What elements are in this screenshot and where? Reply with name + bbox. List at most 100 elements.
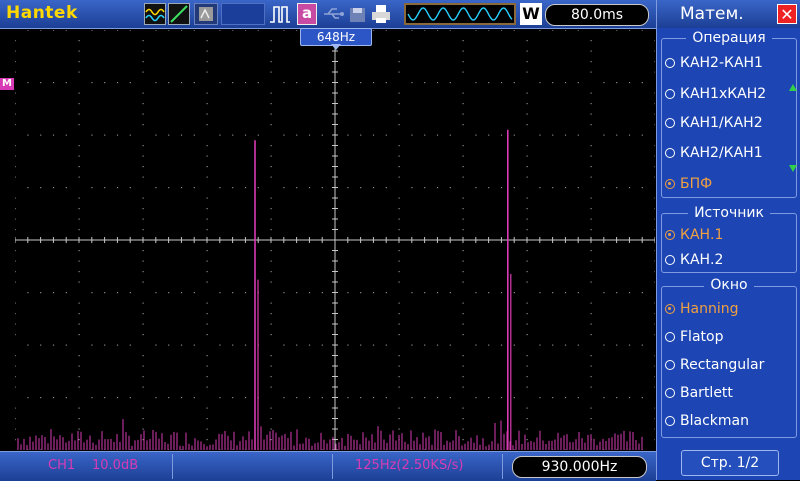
grid-dot [14,418,16,420]
scroll-down-icon[interactable] [789,165,797,172]
grid-dot [654,302,656,304]
grid-dot [14,313,16,315]
option-window-blackman[interactable]: Blackman [665,410,749,432]
persistence-icon[interactable] [194,3,218,25]
grid-dot [654,145,656,147]
grid-dot [78,418,80,420]
grid-dot [270,113,272,115]
option-label: Rectangular [680,357,765,373]
grid-dot [270,418,272,420]
grid-dot [654,365,656,367]
grid-dot [308,292,311,294]
grid-dot [40,449,42,451]
waveform-display-icon[interactable] [144,3,166,25]
grid-dot [78,439,80,441]
option-window-bartlett[interactable]: Bartlett [665,382,733,404]
option-label: КАН.2 [680,252,724,268]
grid-dot [232,344,234,346]
grid-dot [232,449,234,451]
grid-dot [462,208,464,210]
grid-dot [129,449,131,451]
option-fft[interactable]: БПФ [665,173,712,195]
grid-dot [14,428,16,430]
grid-dot [577,82,579,84]
grid-dot [206,439,208,441]
option-source-ch2[interactable]: КАН.2 [665,249,723,271]
waveform-display[interactable] [14,29,707,472]
grid-dot [244,292,247,294]
grid-dot [180,449,183,451]
option-ch2-minus-ch1[interactable]: КАН2-КАН1 [665,52,763,74]
grid-dot [398,407,400,409]
grid-dot [27,397,29,399]
vertical-scale[interactable]: 10.0dB [92,458,138,473]
grid-dot [142,407,144,409]
grid-dot [654,229,656,231]
channel-label[interactable]: CH1 [48,458,75,473]
grid-dot [424,29,426,31]
grid-dot [91,292,93,294]
option-ch2-div-ch1[interactable]: КАН2/КАН1 [665,142,763,164]
page-indicator-button[interactable]: Стр. 1/2 [681,450,779,476]
grid-dot [104,397,106,399]
math-channel-marker[interactable]: M [0,78,14,90]
option-label: Blackman [680,413,749,429]
option-window-flatop[interactable]: Flatop [665,326,723,348]
grid-dot [577,29,579,31]
option-ch1-times-ch2[interactable]: КАН1хКАН2 [665,83,766,105]
print-icon[interactable] [370,3,392,25]
option-window-rectangular[interactable]: Rectangular [665,354,764,376]
option-ch1-div-ch2[interactable]: КАН1/КАН2 [665,112,763,134]
vector-mode-icon[interactable] [168,3,190,25]
grid-dot [91,29,93,31]
close-icon[interactable]: ✕ [777,4,797,24]
grid-dot [142,323,144,325]
bottom-status-bar: CH1 10.0dB 125Hz(2.50KS/s) 930.000Hz [0,451,656,481]
zoom-window-icon[interactable]: W [520,3,542,25]
option-window-hanning[interactable]: Hanning [665,298,739,320]
grid-dot [321,134,323,136]
grid-dot [168,292,170,294]
grid-dot [27,134,29,136]
grid-dot [654,355,656,357]
grid-dot [270,208,272,210]
grid-dot [116,344,119,346]
timebase-readout[interactable]: 80.0ms [545,4,649,26]
grid-dot [488,292,490,294]
grid-dot [411,29,413,31]
grid-dot [590,218,592,220]
grid-dot [14,40,16,42]
grid-dot [539,397,541,399]
grid-dot [654,113,656,115]
grid-dot [168,187,170,189]
grid-dot [475,397,477,399]
grid-dot [283,134,285,136]
option-source-ch1[interactable]: КАН.1 [665,224,723,246]
grid-dot [526,145,528,147]
grid-dot [296,292,298,294]
grid-dot [78,386,80,388]
scroll-up-icon[interactable] [789,84,797,91]
grid-dot [14,334,16,336]
math-icon[interactable]: a [297,3,317,25]
grid-dot [462,40,464,42]
grid-dot [449,29,451,31]
grid-dot [14,229,16,231]
grid-dot [116,187,119,189]
grid-dot [654,71,656,73]
grid-dot [270,250,272,252]
grid-dot [232,29,234,31]
top-toolbar: Hantek a W 80.0ms [0,0,656,29]
record-length-icon[interactable] [404,3,516,25]
grid-dot [424,187,426,189]
grid-dot [398,124,400,126]
trigger-edge-icon[interactable] [268,3,292,25]
grid-dot [552,82,554,84]
grid-dot [180,344,183,346]
grid-dot [270,176,272,178]
grid-dot [219,29,221,31]
grid-dot [78,124,80,126]
save-disk-icon[interactable] [348,3,368,25]
grid-dot [347,344,349,346]
grid-dot [206,386,208,388]
